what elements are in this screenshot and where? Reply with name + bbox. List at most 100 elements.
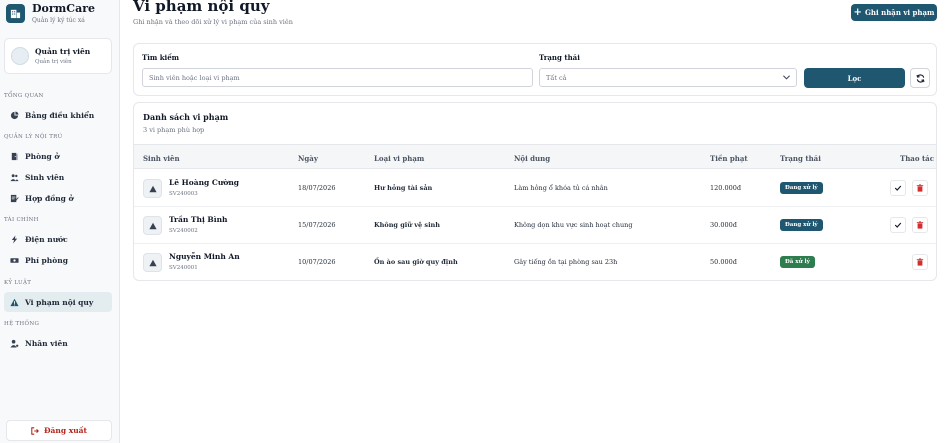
plus-icon: +	[853, 6, 862, 18]
delete-button[interactable]	[912, 217, 928, 233]
sidebar-item-label: Điện nước	[25, 234, 68, 244]
filter-button-label: Lọc	[847, 73, 862, 83]
student-id: SV240001	[169, 265, 198, 271]
column-status: Trạng thái	[780, 154, 821, 163]
bolt-icon	[10, 234, 19, 244]
status-select-value: Tất cả	[546, 73, 567, 82]
column-actions: Thao tác	[900, 154, 934, 163]
app-name: DormCare	[32, 2, 95, 15]
status-badge: Đang xử lý	[780, 219, 823, 231]
column-date: Ngày	[298, 154, 318, 163]
search-placeholder: Sinh viên hoặc loại vi phạm	[149, 73, 240, 82]
sidebar-item-rooms[interactable]: Phòng ở	[4, 146, 112, 166]
add-violation-button[interactable]: + Ghi nhận vi phạm	[851, 4, 937, 21]
status-label: Trạng thái	[539, 53, 580, 62]
violation-date: 15/07/2026	[298, 221, 336, 229]
violation-content: Làm hỏng ổ khóa tủ cá nhân	[514, 184, 608, 192]
column-type: Loại vi phạm	[374, 154, 425, 163]
sidebar-item-dashboard[interactable]: Bảng điều khiển	[4, 105, 112, 125]
sidebar-item-label: Hợp đồng ở	[25, 193, 74, 203]
sidebar: DormCare Quản lý ký túc xá Quản trị viên…	[0, 0, 120, 443]
logout-button[interactable]: Đăng xuất	[6, 420, 112, 441]
status-badge: Đã xử lý	[780, 256, 815, 268]
logout-icon	[31, 426, 39, 435]
list-title: Danh sách vi phạm	[143, 112, 229, 122]
avatar	[11, 47, 29, 65]
filter-button[interactable]: Lọc	[804, 68, 905, 88]
logout-label: Đăng xuất	[44, 426, 87, 435]
page-subtitle: Ghi nhận và theo dõi xử lý vi phạm của s…	[133, 18, 293, 26]
violation-type: Hư hỏng tài sản	[374, 184, 433, 192]
sidebar-item-room-fees[interactable]: Phí phòng	[4, 250, 112, 270]
delete-button[interactable]	[912, 180, 928, 196]
door-icon	[10, 152, 19, 161]
status-select[interactable]: Tất cả	[539, 68, 797, 87]
delete-button[interactable]	[912, 254, 928, 270]
brand: DormCare Quản lý ký túc xá	[6, 2, 95, 24]
warning-icon	[143, 179, 162, 198]
sidebar-item-label: Vi phạm nội quy	[25, 297, 94, 307]
add-violation-label: Ghi nhận vi phạm	[864, 8, 935, 17]
violation-content: Gây tiếng ồn tại phòng sau 23h	[514, 258, 618, 266]
nav-section-system: HỆ THỐNG	[4, 321, 40, 327]
page-title: Vi phạm nội quy	[133, 0, 270, 15]
sidebar-item-label: Sinh viên	[25, 172, 65, 182]
staff-icon	[10, 339, 19, 348]
violation-fine: 30.000đ	[710, 221, 737, 229]
check-icon	[894, 185, 902, 191]
nav-section-discipline: KỶ LUẬT	[4, 280, 32, 286]
trash-icon	[916, 258, 924, 266]
warning-icon	[143, 216, 162, 235]
user-card[interactable]: Quản trị viên Quản trị viên	[4, 38, 112, 74]
user-role: Quản trị viên	[35, 59, 72, 65]
building-icon	[6, 4, 25, 23]
nav-section-residence: QUẢN LÝ NỘI TRÚ	[4, 134, 63, 140]
column-student: Sinh viên	[143, 154, 180, 163]
violation-type: Ồn ào sau giờ quy định	[374, 258, 458, 266]
warning-icon	[143, 253, 162, 272]
sidebar-item-utilities[interactable]: Điện nước	[4, 229, 112, 249]
student-id: SV240003	[169, 191, 198, 197]
trash-icon	[916, 184, 924, 192]
violation-type: Không giữ vệ sinh	[374, 221, 441, 229]
users-icon	[10, 173, 19, 182]
resolve-button[interactable]	[890, 217, 906, 233]
table-row: Lê Hoàng Cường SV240003 18/07/2026 Hư hỏ…	[134, 170, 936, 207]
table-header: Sinh viên Ngày Loại vi phạm Nội dung Tiề…	[134, 144, 936, 169]
student-name: Lê Hoàng Cường	[169, 178, 240, 187]
chevron-down-icon	[783, 75, 790, 80]
sidebar-item-contracts[interactable]: Hợp đồng ở	[4, 188, 112, 208]
nav-section-finance: TÀI CHÍNH	[4, 217, 39, 223]
status-badge: Đang xử lý	[780, 182, 823, 194]
check-icon	[894, 222, 902, 228]
table-row: Trần Thị Bình SV240002 15/07/2026 Không …	[134, 207, 936, 244]
warning-icon	[10, 298, 19, 307]
student-id: SV240002	[169, 228, 198, 234]
violation-content: Không dọn khu vực sinh hoạt chung	[514, 221, 633, 229]
violation-date: 10/07/2026	[298, 258, 336, 266]
violation-date: 18/07/2026	[298, 184, 336, 192]
table-row: Nguyễn Minh An SV240001 10/07/2026 Ồn ào…	[134, 244, 936, 280]
search-label: Tìm kiếm	[142, 53, 180, 62]
sidebar-item-students[interactable]: Sinh viên	[4, 167, 112, 187]
list-count: 3 vi phạm phù hợp	[143, 126, 205, 134]
filter-card: Tìm kiếm Sinh viên hoặc loại vi phạm Trạ…	[133, 43, 937, 96]
violations-list: Danh sách vi phạm 3 vi phạm phù hợp Sinh…	[133, 102, 937, 281]
violation-fine: 120.000đ	[710, 184, 742, 192]
column-content: Nội dung	[514, 154, 551, 163]
sidebar-item-label: Phí phòng	[25, 255, 68, 265]
column-fine: Tiền phạt	[710, 154, 748, 163]
sidebar-item-label: Nhân viên	[25, 338, 68, 348]
user-name: Quản trị viên	[35, 47, 91, 56]
sidebar-item-staff[interactable]: Nhân viên	[4, 333, 112, 353]
sidebar-item-label: Bảng điều khiển	[25, 110, 95, 120]
refresh-button[interactable]	[910, 68, 930, 88]
dashboard-icon	[10, 110, 19, 120]
search-input[interactable]: Sinh viên hoặc loại vi phạm	[142, 68, 533, 87]
contract-icon	[10, 194, 19, 203]
resolve-button[interactable]	[890, 180, 906, 196]
refresh-icon	[916, 73, 924, 83]
sidebar-item-violations[interactable]: Vi phạm nội quy	[4, 292, 112, 312]
app-tagline: Quản lý ký túc xá	[32, 17, 85, 24]
trash-icon	[916, 221, 924, 229]
